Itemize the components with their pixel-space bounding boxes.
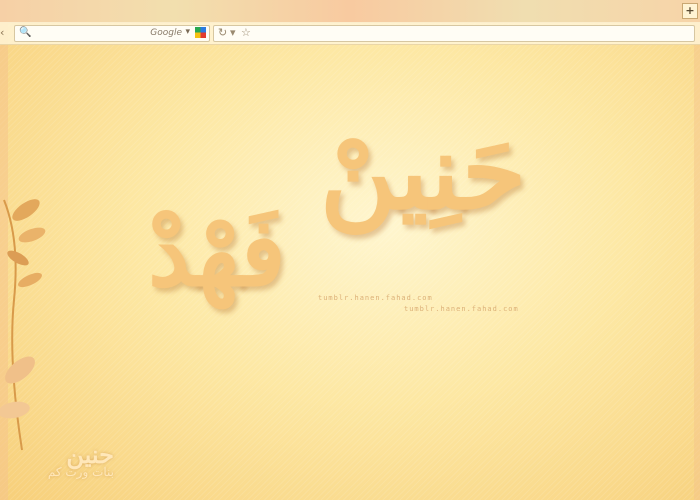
calligraphy-name-top: حَنِينْ	[320, 110, 527, 233]
address-bar[interactable]: ↻ ▾ ☆	[213, 25, 695, 42]
search-input[interactable]: 🔍 Google ▾	[14, 25, 210, 42]
search-engine-label: Google	[150, 28, 182, 38]
google-icon[interactable]	[195, 27, 206, 38]
search-icon: 🔍	[19, 27, 32, 38]
signature-subtitle: بنات ورت كم	[47, 465, 114, 479]
browser-toolbar: ‹ 🔍 Google ▾ ↻ ▾ ☆	[0, 22, 700, 45]
reload-icon[interactable]: ↻	[218, 26, 227, 39]
chevron-down-icon[interactable]: ▾	[185, 27, 190, 37]
back-arrow-icon[interactable]: ‹	[0, 26, 4, 39]
bookmark-star-icon[interactable]: ☆	[241, 26, 251, 39]
watermark-text: tumblr.hanen.fahad.com	[404, 305, 519, 313]
new-tab-button[interactable]: +	[682, 3, 698, 19]
right-border	[694, 22, 700, 500]
window-title-bar: +	[0, 0, 700, 23]
watermark-text: tumblr.hanen.fahad.com	[318, 294, 433, 302]
wallpaper-texture	[0, 0, 700, 500]
signature-logo: حنين بنات ورت كم	[14, 440, 114, 495]
calligraphy-name-bottom: فَهْدْ	[148, 198, 286, 308]
history-dropdown-icon[interactable]: ▾	[230, 26, 236, 39]
leaf-decoration	[0, 199, 46, 451]
